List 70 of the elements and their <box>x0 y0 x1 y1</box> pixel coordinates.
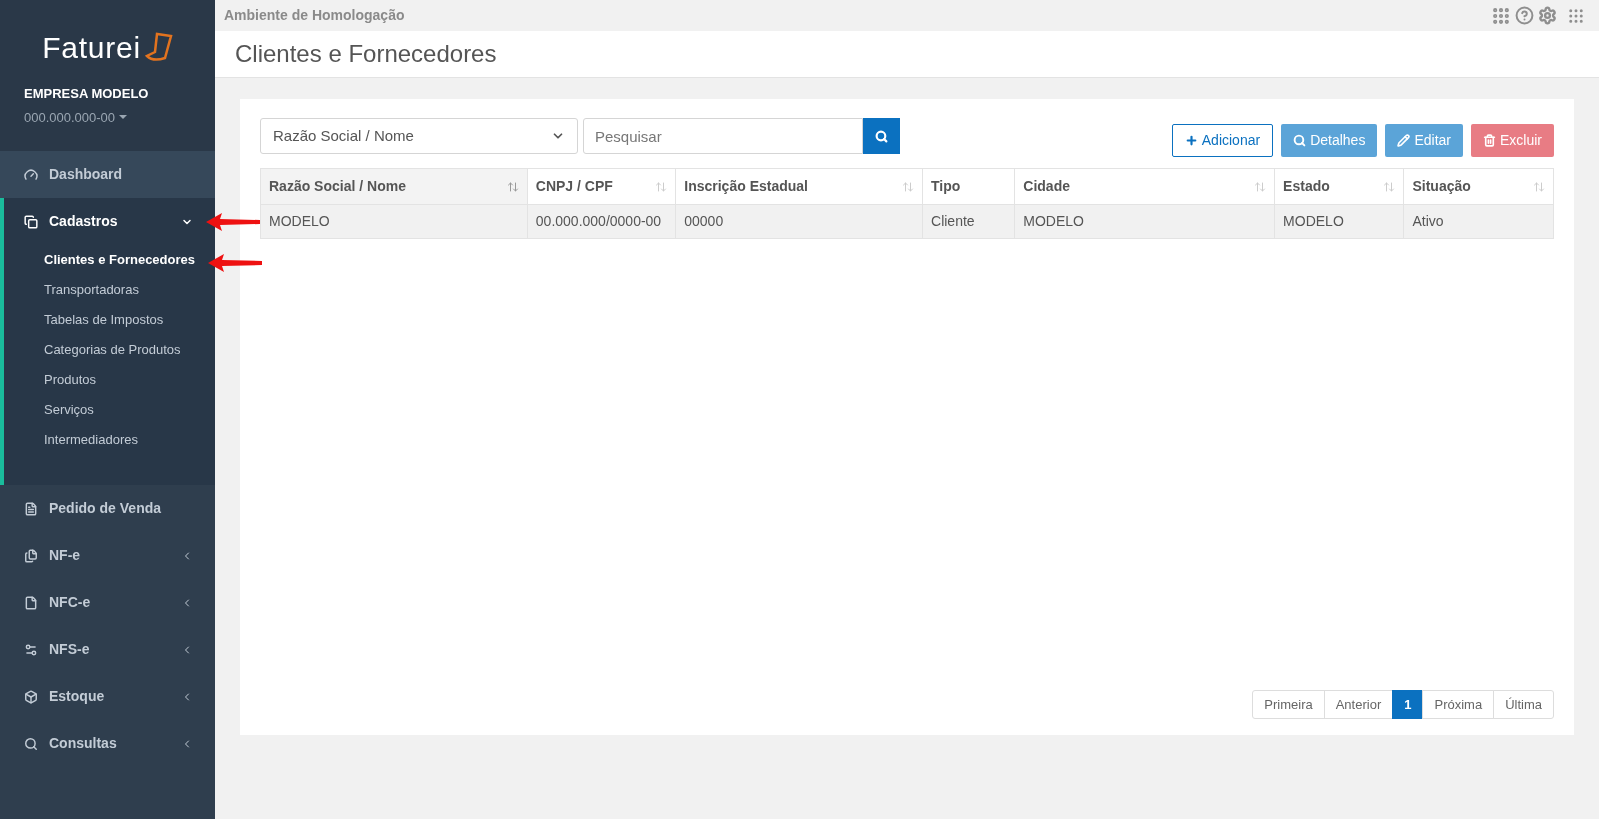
gauge-icon <box>24 167 38 182</box>
sidebar-item[interactable]: NFC-e <box>0 579 215 626</box>
column-header: Tipo <box>922 168 1015 205</box>
pagination-button[interactable]: Primeira <box>1252 690 1325 719</box>
pagination-button[interactable]: Próxima <box>1422 690 1495 719</box>
table-cell: Cliente <box>922 204 1015 239</box>
column-header[interactable]: Estado <box>1274 168 1404 205</box>
search-button[interactable] <box>863 118 900 154</box>
documents-icon <box>24 548 38 563</box>
pointer-arrow-icon <box>206 212 260 232</box>
pagination-button[interactable]: Anterior <box>1323 690 1394 719</box>
submenu-item[interactable]: Intermediadores <box>44 425 138 455</box>
pagination-button[interactable]: Última <box>1493 690 1554 719</box>
column-header[interactable]: CNPJ / CPF <box>527 168 676 205</box>
sidebar-item[interactable]: Cadastros <box>4 198 215 245</box>
table-cell: 00000 <box>675 204 923 239</box>
cube-icon <box>24 689 38 704</box>
dots-icon[interactable] <box>1567 6 1585 25</box>
logo-text: Faturei <box>42 29 141 66</box>
submenu-item[interactable]: Categorias de Produtos <box>44 335 181 365</box>
submenu-item[interactable]: Clientes e Fornecedores <box>44 245 195 275</box>
table-cell: 00.000.000/0000-00 <box>527 204 676 239</box>
sort-icon <box>655 180 668 193</box>
pagination-button[interactable]: 1 <box>1392 690 1424 719</box>
field-select[interactable]: Razão Social / Nome <box>260 118 578 154</box>
company-name: EMPRESA MODELO <box>24 85 150 103</box>
table-cell: MODELO <box>1014 204 1275 239</box>
submenu-item[interactable]: Transportadoras <box>44 275 139 305</box>
sidebar-item[interactable]: Consultas <box>0 720 215 767</box>
pointer-arrow-icon <box>208 253 262 273</box>
trash-icon <box>1483 134 1496 147</box>
page-title: Clientes e Fornecedores <box>235 39 497 69</box>
apps-grid-icon[interactable] <box>1491 5 1511 26</box>
documents-icon <box>24 214 38 229</box>
column-header[interactable]: Situação <box>1404 168 1554 205</box>
action-button[interactable]: Adicionar <box>1171 124 1274 157</box>
sort-icon <box>1533 180 1545 193</box>
column-header[interactable]: Inscrição Estadual <box>675 168 923 205</box>
sidebar-item[interactable]: NFS-e <box>0 626 215 673</box>
column-header[interactable]: Cidade <box>1014 168 1275 205</box>
plus-icon <box>1184 134 1198 147</box>
sort-icon <box>506 180 519 193</box>
logo-icon <box>144 32 173 62</box>
environment-label: Ambiente de Homologação <box>224 6 405 25</box>
table-cell: MODELO <box>260 204 528 239</box>
submenu-item[interactable]: Serviços <box>44 395 94 425</box>
sidebar-item[interactable]: NF-e <box>0 532 215 579</box>
help-icon[interactable] <box>1515 6 1534 25</box>
submenu-item[interactable]: Produtos <box>44 365 97 395</box>
sort-icon <box>1383 180 1396 193</box>
search-icon <box>875 129 888 143</box>
caret-icon <box>119 115 128 120</box>
sort-icon <box>902 180 914 193</box>
search-icon <box>1293 134 1307 147</box>
company-id-dropdown[interactable]: 000.000.000-00 <box>24 107 191 127</box>
search-icon <box>24 736 38 751</box>
settings-icon[interactable] <box>1538 6 1557 25</box>
table-cell: MODELO <box>1274 204 1404 239</box>
table-row[interactable]: MODELO 00.000.000/0000-00 00000 Cliente MODELO MODELO Ativo <box>260 204 1554 239</box>
table-cell: Ativo <box>1404 204 1554 239</box>
search-field[interactable]: Pesquisar <box>583 118 863 154</box>
document-icon <box>24 501 38 516</box>
sidebar-item[interactable]: Dashboard <box>0 151 215 198</box>
sidebar-item[interactable]: Pedido de Venda <box>0 485 215 532</box>
page-icon <box>24 595 38 610</box>
sidebar-item[interactable]: Estoque <box>0 673 215 720</box>
column-header[interactable]: Razão Social / Nome <box>260 168 528 205</box>
submenu-item[interactable]: Tabelas de Impostos <box>44 305 164 335</box>
pencil-icon <box>1397 134 1411 147</box>
sort-icon <box>1254 180 1267 193</box>
